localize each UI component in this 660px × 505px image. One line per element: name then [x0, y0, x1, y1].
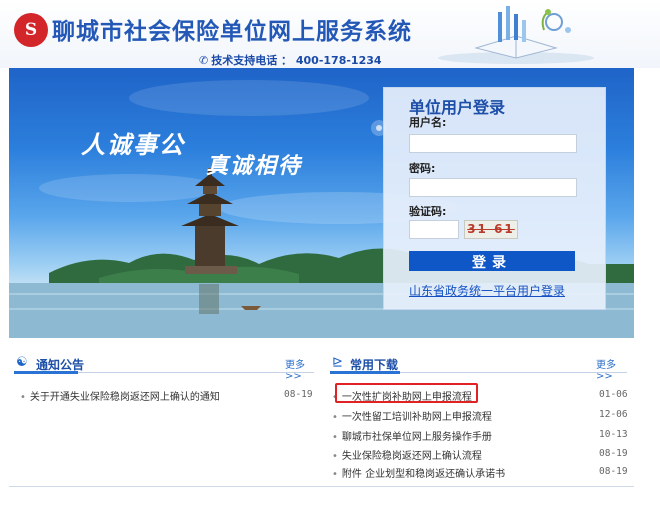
unified-platform-login-link[interactable]: 山东省政务统一平台用户登录 [409, 282, 565, 299]
site-title: 聊城市社会保险单位网上服务系统 [52, 19, 412, 45]
notice-item[interactable]: • 关于开通失业保险稳岗返还网上确认的通知 [20, 388, 220, 403]
notice-item-date: 08-19 [284, 389, 313, 400]
phone-icon: ✆ [199, 53, 209, 67]
social-insurance-logo-icon: S [14, 13, 48, 47]
username-input[interactable] [409, 134, 577, 153]
notices-header: ☯ 通知公告 更多>> [14, 354, 314, 382]
support-hotline: ✆ 技术支持电话 ： 400-178-1234 [199, 52, 382, 68]
banner-slogan-2: 真诚相待 [206, 153, 303, 179]
login-button[interactable]: 登录 [409, 251, 575, 271]
downloads-title-accent [330, 371, 400, 374]
download-item[interactable]: • 附件 企业划型和稳岗返还确认承诺书 [332, 465, 505, 480]
notice-item-text: 关于开通失业保险稳岗返还网上确认的通知 [29, 392, 220, 403]
download-item-date: 10-13 [599, 429, 628, 440]
footer-divider [9, 486, 634, 487]
login-panel: 单位用户登录 用户名: 密码: 验证码: 31 61 登录 山东省政务统一平台用… [383, 87, 606, 310]
bullet-icon: • [332, 432, 338, 443]
download-item-text: 附件 企业划型和稳岗返还确认承诺书 [341, 469, 506, 480]
bullet-icon: • [332, 469, 338, 480]
banner-slogan-1: 人诚事公 [81, 130, 185, 159]
download-item[interactable]: • 聊城市社保单位网上服务操作手册 [332, 428, 492, 443]
page-header: S 聊城市社会保险单位网上服务系统 ✆ 技术支持电话 ： 400-178-123… [0, 0, 660, 68]
downloads-more-link[interactable]: 更多>> [596, 356, 627, 382]
download-item[interactable]: • 一次性留工培训补助网上申报流程 [332, 408, 492, 423]
bullet-icon: • [332, 451, 338, 462]
hotline-text: 技术支持电话 ： 400-178-1234 [211, 54, 382, 67]
downloads-header: ⊵ 常用下载 更多>> [330, 354, 627, 382]
highlight-box [335, 383, 478, 403]
book-decoration-icon [438, 6, 594, 64]
download-item-text: 一次性留工培训补助网上申报流程 [341, 412, 492, 423]
notices-title-accent [14, 371, 78, 374]
notice-icon: ☯ [16, 355, 28, 370]
captcha-input[interactable] [409, 220, 459, 239]
download-item[interactable]: • 失业保险稳岗返还网上确认流程 [332, 447, 482, 462]
captcha-label: 验证码: [409, 205, 447, 218]
download-icon: ⊵ [332, 355, 343, 370]
password-input[interactable] [409, 178, 577, 197]
password-label: 密码: [409, 162, 436, 175]
download-item-date: 08-19 [599, 466, 628, 477]
username-label: 用户名: [409, 116, 447, 129]
download-item-text: 失业保险稳岗返还网上确认流程 [341, 451, 482, 462]
bullet-icon: • [20, 392, 26, 403]
captcha-image[interactable]: 31 61 [464, 220, 518, 239]
bullet-icon: • [332, 412, 338, 423]
notices-more-link[interactable]: 更多>> [285, 356, 314, 382]
download-item-text: 聊城市社保单位网上服务操作手册 [341, 432, 492, 443]
download-item-date: 01-06 [599, 389, 628, 400]
download-item-date: 12-06 [599, 409, 628, 420]
download-item-date: 08-19 [599, 448, 628, 459]
